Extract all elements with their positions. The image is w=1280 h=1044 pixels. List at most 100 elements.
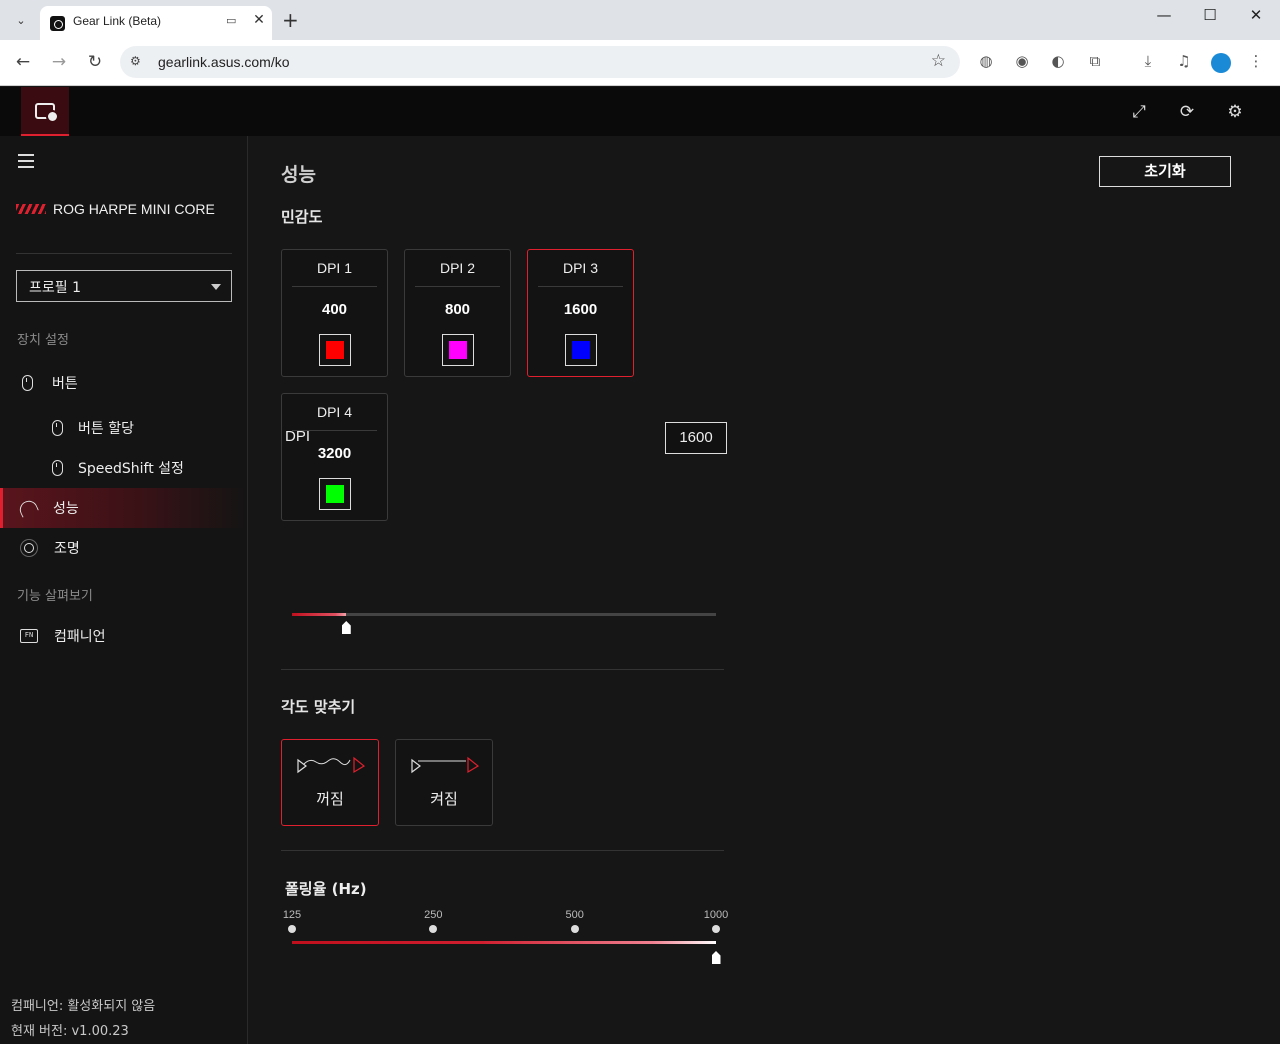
dpi-slider-label: DPI <box>285 428 311 445</box>
browser-tab-strip: ⌄ Gear Link (Beta) ▭ ✕ + — ☐ ✕ <box>0 0 1280 40</box>
mouse-icon <box>48 419 66 437</box>
sidebar-item-label: SpeedShift 설정 <box>78 461 184 477</box>
profile-dropdown[interactable]: 프로필 1 <box>16 270 232 302</box>
dpi-slider-thumb[interactable] <box>341 621 351 634</box>
dpi-card-label: DPI 3 <box>562 260 598 276</box>
hamburger-menu-icon[interactable] <box>18 154 34 172</box>
dpi-card-1[interactable]: DPI 1 400 <box>281 249 388 377</box>
sidebar-item-buttons[interactable]: 버튼 <box>0 363 247 403</box>
reset-button[interactable]: 초기화 <box>1099 156 1231 187</box>
device-icon <box>35 102 59 123</box>
favicon-icon <box>50 16 65 31</box>
polling-tick-label: 1000 <box>703 909 729 921</box>
tab-search-chevron-icon[interactable]: ⌄ <box>8 7 34 33</box>
chevron-down-icon <box>211 284 221 290</box>
angle-option-label: 켜짐 <box>430 790 458 808</box>
angle-snapping-on-option[interactable]: 켜짐 <box>395 739 493 826</box>
update-check-icon[interactable]: ⟳ <box>1176 101 1198 123</box>
section-device-settings: 장치 설정 <box>17 333 69 348</box>
dpi-card-2[interactable]: DPI 2 800 <box>404 249 511 377</box>
dpi-card-3[interactable]: DPI 3 1600 <box>527 249 634 377</box>
url-text[interactable]: gearlink.asus.com/ko <box>158 54 290 70</box>
main-panel: 성능 초기화 민감도 DPI 1 400 DPI 2 800 DPI 3 160… <box>249 136 1280 1044</box>
window-close-button[interactable]: ✕ <box>1241 6 1271 24</box>
dpi-color-swatch[interactable] <box>565 334 597 366</box>
dpi-card-label: DPI 4 <box>316 404 352 420</box>
wavy-path-icon <box>297 756 366 774</box>
page-title: 성능 <box>281 164 316 186</box>
menu-kebab-icon[interactable]: ⋮ <box>1245 52 1267 70</box>
dpi-card-divider <box>292 286 377 287</box>
translate-extension-icon[interactable]: ◍ <box>975 52 997 70</box>
gear-icon[interactable]: ⚙ <box>1224 101 1246 123</box>
gauge-icon <box>16 497 40 519</box>
version-text: 현재 버전: v1.00.23 <box>11 1024 129 1039</box>
dpi-card-4[interactable]: DPI 4 3200 <box>281 393 388 521</box>
profile-dropdown-value: 프로필 1 <box>29 280 81 296</box>
dpi-card-value: 400 <box>321 301 348 318</box>
bookmark-star-icon[interactable]: ☆ <box>931 51 946 71</box>
polling-tick-dot[interactable] <box>429 925 438 933</box>
dpi-color-swatch[interactable] <box>442 334 474 366</box>
reload-icon[interactable]: ↻ <box>83 52 107 72</box>
sidebar-item-companion[interactable]: FN 컴패니언 <box>0 616 247 656</box>
dpi-color-fill <box>449 341 467 359</box>
maximize-button[interactable]: ☐ <box>1195 6 1225 24</box>
dpi-color-swatch[interactable] <box>319 478 351 510</box>
dpi-color-fill <box>572 341 590 359</box>
sidebar-item-lighting[interactable]: 조명 <box>0 528 247 568</box>
device-title: ROG HARPE MINI CORE <box>16 201 215 217</box>
mouse-icon <box>48 459 66 477</box>
dpi-card-label: DPI 1 <box>316 260 352 276</box>
sidebar-item-label: 버튼 <box>52 376 78 392</box>
tab-close-icon[interactable]: ✕ <box>250 12 268 28</box>
puzzle-extensions-icon[interactable]: ⧉ <box>1084 52 1106 70</box>
extension-icon[interactable]: ◐ <box>1047 52 1069 70</box>
straight-path-icon <box>411 756 480 774</box>
device-name: ROG HARPE MINI CORE <box>53 201 215 217</box>
dpi-value-input[interactable]: 1600 <box>665 422 727 454</box>
back-icon[interactable]: ← <box>11 52 35 72</box>
polling-slider-thumb[interactable] <box>711 951 721 964</box>
polling-tick-label: 500 <box>565 909 584 921</box>
sidebar-item-label: 컴패니언 <box>54 629 106 645</box>
dpi-color-fill <box>326 485 344 503</box>
resize-icon[interactable]: ⤢ <box>1128 101 1150 123</box>
sidebar: ROG HARPE MINI CORE 프로필 1 장치 설정 버튼 버튼 할당… <box>0 136 248 1044</box>
dpi-card-label: DPI 2 <box>439 260 475 276</box>
section-divider <box>281 669 724 670</box>
site-info-icon[interactable]: ⚙ <box>130 54 141 68</box>
forward-icon[interactable]: → <box>47 52 71 72</box>
polling-slider-fill <box>292 941 716 944</box>
section-features: 기능 살펴보기 <box>17 589 93 604</box>
polling-tick-label: 250 <box>424 909 443 921</box>
media-icon[interactable]: ▭ <box>226 14 236 27</box>
browser-tab[interactable]: Gear Link (Beta) ▭ ✕ <box>40 6 272 40</box>
sensitivity-title: 민감도 <box>281 208 323 226</box>
media-controls-icon[interactable]: ♫ <box>1173 52 1195 70</box>
dpi-card-divider <box>415 286 500 287</box>
sidebar-item-label: 버튼 할당 <box>78 421 134 437</box>
sidebar-item-label: 조명 <box>54 541 80 557</box>
profile-avatar[interactable] <box>1211 53 1231 73</box>
sidebar-item-speedshift[interactable]: SpeedShift 설정 <box>0 448 247 488</box>
angle-snapping-off-option[interactable]: 꺼짐 <box>281 739 379 826</box>
device-home-button[interactable] <box>21 87 69 136</box>
dpi-slider-track[interactable] <box>292 613 716 616</box>
new-tab-button[interactable]: + <box>282 8 299 32</box>
rog-logo-icon <box>16 204 46 214</box>
sidebar-item-performance[interactable]: 성능 <box>0 488 247 528</box>
polling-tick-dot[interactable] <box>570 925 579 933</box>
companion-status: 컴패니언: 활성화되지 않음 <box>11 999 156 1014</box>
minimize-button[interactable]: — <box>1149 6 1179 24</box>
polling-tick-dot[interactable] <box>288 925 296 933</box>
sidebar-item-button-assignment[interactable]: 버튼 할당 <box>0 408 247 448</box>
mouse-icon <box>18 374 36 392</box>
dpi-color-swatch[interactable] <box>319 334 351 366</box>
download-icon[interactable]: ⤓ <box>1137 52 1159 70</box>
omnibox[interactable]: ⚙ gearlink.asus.com/ko ☆ <box>120 46 960 78</box>
section-divider <box>281 850 724 851</box>
polling-slider-track[interactable] <box>292 941 716 944</box>
vpn-extension-icon[interactable]: ◉ <box>1011 52 1033 70</box>
polling-tick-dot[interactable] <box>712 925 720 933</box>
